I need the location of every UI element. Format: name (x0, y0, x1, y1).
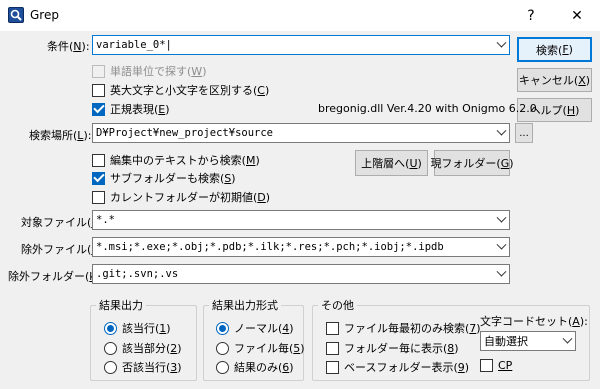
format-normal-radio[interactable]: ノーマル(4) (216, 320, 294, 336)
editing-text-checkbox[interactable]: 編集中のテキストから検索(M) (92, 152, 260, 168)
misc-title: その他 (318, 297, 357, 313)
show-per-folder-checkbox[interactable]: フォルダー毎に表示(8) (326, 340, 459, 356)
chevron-down-icon[interactable] (493, 211, 509, 229)
output-nonmatching-lines-radio[interactable]: 否該当行(3) (104, 359, 182, 375)
window-title: Grep (30, 8, 59, 22)
current-folder-button[interactable]: 現フォルダー(G) (430, 150, 514, 176)
regex-checkbox[interactable]: 正規表現(E) (92, 101, 170, 117)
current-folder-default-checkbox[interactable]: カレントフォルダーが初期値(D) (92, 189, 270, 205)
cancel-button[interactable]: キャンセル(X) (517, 68, 592, 92)
case-sensitive-checkbox[interactable]: 英大文字と小文字を区別する(C) (92, 82, 269, 98)
radio-dot[interactable] (104, 321, 117, 335)
close-button[interactable]: ✕ (554, 0, 600, 31)
parent-folder-button[interactable]: 上階層へ(U) (355, 150, 428, 176)
checkbox-box[interactable] (92, 190, 105, 204)
format-results-only-radio[interactable]: 結果のみ(6) (216, 359, 294, 375)
checkbox-box[interactable] (92, 64, 105, 78)
format-per-file-radio[interactable]: ファイル毎(5) (216, 340, 305, 356)
checkbox-box[interactable] (92, 171, 105, 185)
title-bar: Grep ? ✕ (0, 0, 600, 31)
charset-label: 文字コードセット(A): (480, 315, 588, 328)
search-button[interactable]: 検索(F) (517, 37, 592, 62)
subfolders-checkbox[interactable]: サブフォルダーも検索(S) (92, 170, 236, 186)
charset-combo[interactable]: 自動選択 (480, 331, 576, 351)
checkbox-box[interactable] (326, 321, 339, 335)
first-match-per-file-checkbox[interactable]: ファイル毎最初のみ検索(7) (326, 320, 481, 336)
checkbox-box[interactable] (92, 102, 105, 116)
search-condition-value[interactable]: variable_0*| (96, 39, 493, 51)
show-base-folder-checkbox[interactable]: ベースフォルダー表示(9) (326, 359, 469, 375)
radio-dot[interactable] (216, 321, 229, 335)
radio-dot[interactable] (216, 341, 229, 355)
search-condition-label: 条件(N): (47, 40, 90, 53)
grep-magnifier-icon (8, 7, 24, 23)
charset-value[interactable]: 自動選択 (484, 333, 559, 349)
help-title-button[interactable]: ? (508, 0, 554, 31)
chevron-down-icon[interactable] (493, 265, 509, 283)
search-location-label: 検索場所(L): (29, 129, 92, 142)
radio-dot[interactable] (216, 360, 229, 374)
exclude-folders-combo[interactable]: .git;.svn;.vs (92, 264, 510, 284)
exclude-files-label: 除外ファイル(I): (21, 243, 103, 256)
word-unit-checkbox[interactable]: 単語単位で探す(W) (92, 63, 206, 79)
checkbox-box[interactable] (480, 359, 493, 372)
target-files-label: 対象ファイル(I): (21, 216, 103, 229)
radio-dot[interactable] (104, 341, 117, 355)
exclude-folders-label: 除外フォルダー(k): (8, 270, 104, 283)
chevron-down-icon[interactable] (493, 36, 509, 54)
regex-library-info: bregonig.dll Ver.4.20 with Onigmo 6.2.0 (318, 102, 537, 115)
checkbox-box[interactable] (92, 83, 105, 97)
output-matching-lines-radio[interactable]: 該当行(1) (104, 320, 171, 336)
checkbox-box[interactable] (326, 360, 339, 374)
chevron-down-icon[interactable] (559, 332, 575, 350)
checkbox-box[interactable] (326, 341, 339, 355)
exclude-files-combo[interactable]: *.msi;*.exe;*.obj;*.pdb;*.ilk;*.res;*.pc… (92, 237, 510, 257)
exclude-folders-value[interactable]: .git;.svn;.vs (96, 268, 493, 280)
radio-dot[interactable] (104, 360, 117, 374)
search-condition-combo[interactable]: variable_0*| (92, 35, 510, 55)
result-format-title: 結果出力形式 (209, 297, 281, 313)
chevron-down-icon[interactable] (493, 124, 509, 142)
result-output-title: 結果出力 (96, 297, 146, 313)
chevron-down-icon[interactable] (493, 238, 509, 256)
exclude-files-value[interactable]: *.msi;*.exe;*.obj;*.pdb;*.ilk;*.res;*.pc… (96, 241, 493, 253)
browse-button[interactable]: ... (515, 123, 533, 143)
search-location-combo[interactable]: D¥Project¥new_project¥source (92, 123, 510, 143)
target-files-value[interactable]: *.* (96, 214, 493, 226)
cp-checkbox[interactable]: CP (480, 359, 512, 372)
target-files-combo[interactable]: *.* (92, 210, 510, 230)
checkbox-box[interactable] (92, 153, 105, 167)
search-location-value[interactable]: D¥Project¥new_project¥source (96, 127, 493, 139)
output-matching-parts-radio[interactable]: 該当部分(2) (104, 340, 182, 356)
